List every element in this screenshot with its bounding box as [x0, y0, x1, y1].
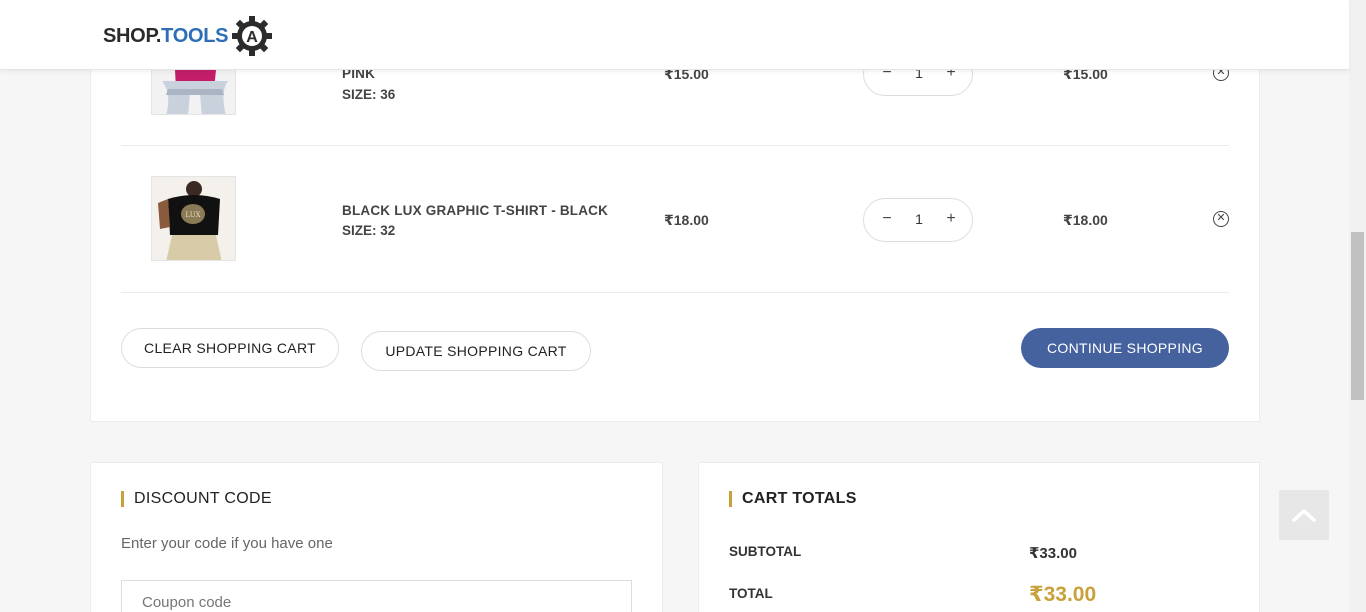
quantity-input[interactable]: 1	[908, 211, 930, 227]
back-to-top-button[interactable]	[1279, 490, 1329, 540]
continue-shopping-button[interactable]: CONTINUE SHOPPING	[1021, 328, 1229, 368]
coupon-input[interactable]	[121, 580, 632, 612]
total-value: ₹33.00	[1029, 583, 1097, 606]
logo-text-part2: TOOLS	[161, 24, 229, 47]
thumb-lux-text: LUX	[185, 211, 200, 219]
close-circle-icon[interactable]: ✕	[1213, 211, 1229, 227]
logo-badge-letter: A	[246, 29, 258, 46]
quantity-stepper: − 1 +	[863, 198, 973, 242]
logo-text: SHOP.TOOLS	[103, 24, 229, 48]
cart-totals-card: CART TOTALS SUBTOTAL ₹33.00 TOTAL ₹33.00	[698, 462, 1260, 612]
product-size: SIZE: 32	[342, 223, 396, 238]
chevron-up-icon	[1292, 509, 1316, 522]
product-subtotal: ₹18.00	[1063, 212, 1108, 228]
product-image[interactable]: LUX	[151, 176, 236, 261]
cart-page: PINK SIZE: 36 ₹15.00 − 1 + ₹15.00 ✕ LUX	[0, 0, 1366, 612]
product-size: SIZE: 36	[342, 87, 396, 102]
subtotal-label: SUBTOTAL	[729, 544, 802, 559]
site-logo[interactable]: SHOP.TOOLS A	[103, 14, 274, 58]
gear-icon: A	[232, 16, 273, 56]
subtotal-value: ₹33.00	[1029, 545, 1077, 562]
decrement-button[interactable]: −	[876, 208, 898, 230]
product-price: ₹18.00	[664, 212, 709, 228]
discount-title: DISCOUNT CODE	[121, 491, 272, 507]
page-scrollbar[interactable]	[1349, 0, 1366, 612]
update-cart-button[interactable]: UPDATE SHOPPING CART	[361, 331, 591, 371]
discount-description: Enter your code if you have one	[121, 535, 333, 552]
cart-totals-title: CART TOTALS	[729, 491, 857, 507]
discount-card: DISCOUNT CODE Enter your code if you hav…	[90, 462, 663, 612]
product-name[interactable]: BLACK LUX GRAPHIC T-SHIRT - BLACK	[342, 203, 608, 218]
cart-row: LUX BLACK LUX GRAPHIC T-SHIRT - BLACK SI…	[121, 147, 1229, 293]
site-header: SHOP.TOOLS A	[0, 0, 1349, 70]
scrollbar-thumb[interactable]	[1351, 232, 1364, 400]
increment-button[interactable]: +	[940, 208, 962, 230]
total-label: TOTAL	[729, 586, 773, 601]
logo-text-part1: SHOP.	[103, 24, 162, 47]
clear-cart-button[interactable]: CLEAR SHOPPING CART	[121, 328, 339, 368]
